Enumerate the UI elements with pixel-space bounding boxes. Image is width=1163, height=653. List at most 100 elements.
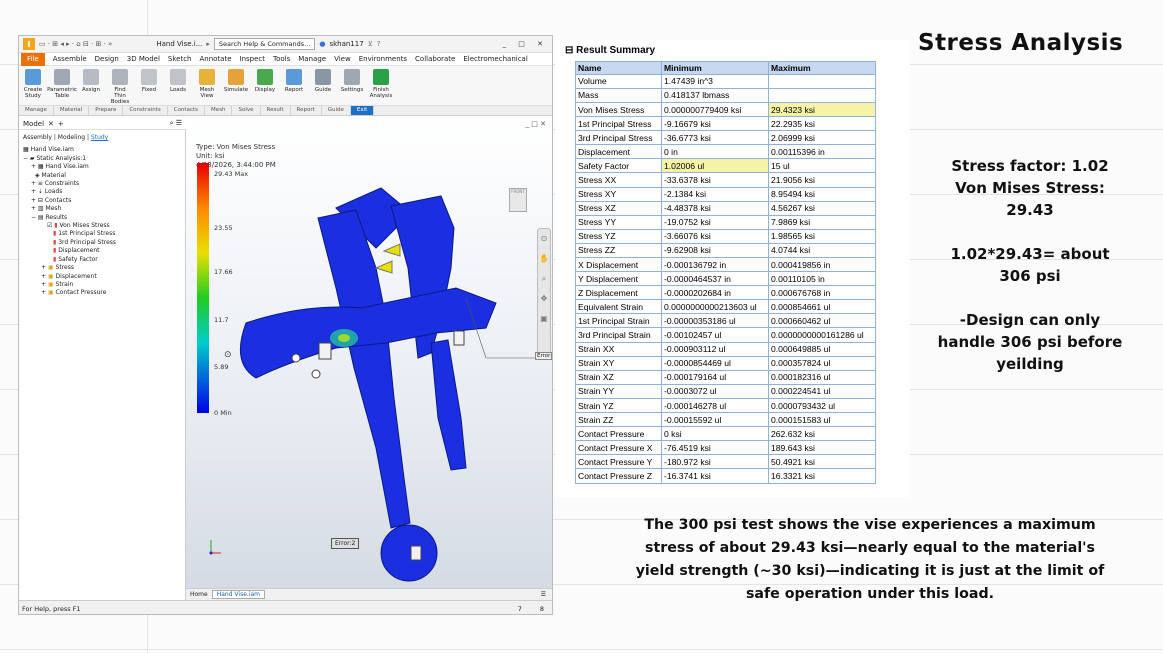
menu-assemble[interactable]: Assemble [53, 55, 87, 63]
window-controls[interactable]: _ □ ✕ [503, 40, 548, 48]
browser-header: Model ✕ + ⌕ ☰ [19, 118, 186, 130]
assign-button[interactable]: Assign [79, 69, 103, 93]
panel-constraints[interactable]: Constraints [123, 106, 168, 115]
menu-tools[interactable]: Tools [273, 55, 290, 63]
report-button[interactable]: Report [282, 69, 306, 93]
menu-sketch[interactable]: Sketch [168, 55, 192, 63]
graphics-viewport[interactable]: _ □ ✕ Type: Von Mises Stress Unit: ksi 4… [186, 118, 552, 588]
panel-manage[interactable]: Manage [19, 106, 54, 115]
add-tab-button[interactable]: + [58, 120, 64, 128]
browser-tab-model[interactable]: Model [23, 120, 44, 128]
pan-icon[interactable]: ⊙ ✋ ⌕ ✥ ▣ [538, 229, 550, 329]
note-line: Von Mises Stress: [955, 179, 1105, 197]
settings-button[interactable]: Settings [340, 69, 364, 93]
menu-manage[interactable]: Manage [298, 55, 326, 63]
cell-maximum: 0.000357824 ul [768, 355, 876, 371]
tree-item[interactable]: ▮ 3rd Principal Stress [19, 239, 185, 247]
cell-minimum: -0.0000464537 in [661, 271, 769, 287]
menu-file[interactable]: File [21, 52, 45, 66]
fixed-button[interactable]: Fixed [137, 69, 161, 93]
mode-study[interactable]: Study [91, 134, 108, 141]
table-row: Contact Pressure Z -16.3741 ksi 16.3321 ks… [575, 468, 876, 484]
menu-view[interactable]: View [334, 55, 351, 63]
cell-minimum: -0.000179164 ul [661, 369, 769, 385]
tree-item[interactable]: ☑ ▮ Von Mises Stress [19, 222, 185, 230]
mesh-view-button[interactable]: Mesh View [195, 69, 219, 99]
panel-prepare[interactable]: Prepare [89, 106, 124, 115]
error-callout[interactable]: Error:2 [331, 538, 360, 549]
result-summary-title[interactable]: ⊟ Result Summary [565, 45, 655, 56]
viewcube-icon[interactable]: FRONT [509, 188, 527, 212]
panel-guide[interactable]: Guide [322, 106, 351, 115]
user-name[interactable]: skhan117 [329, 40, 363, 48]
search-icon[interactable]: ⌕ ☰ [170, 119, 182, 128]
tree-item[interactable]: − ▤ Results [19, 214, 185, 222]
find-thin-bodies-button[interactable]: Find Thin Bodies [108, 69, 132, 105]
table-header-row: Name Minimum Maximum [575, 61, 876, 75]
tree-item[interactable]: ▦ Hand Vise.iam [19, 146, 185, 154]
mode-modeling[interactable]: Modeling [58, 134, 85, 141]
side-error-label[interactable]: Error [535, 352, 552, 360]
hand-vise-model[interactable] [186, 118, 552, 588]
tree-item[interactable]: + ▣ Contact Pressure [19, 289, 185, 297]
menu-inspect[interactable]: Inspect [240, 55, 266, 63]
tree-item[interactable]: ▮ 1st Principal Stress [19, 230, 185, 238]
panel-material[interactable]: Material [54, 106, 90, 115]
loads-button[interactable]: Loads [166, 69, 190, 93]
menu-icon[interactable]: ☰ [541, 591, 546, 598]
tree-item[interactable]: + ▣ Stress [19, 264, 185, 272]
quick-access-toolbar[interactable]: ▭ · ⊞ ◂ ▸ · ⌂ ⊟ · ⊞ · » [39, 40, 112, 48]
menu-electromechanical[interactable]: Electromechanical [463, 55, 527, 63]
inventor-logo-icon[interactable]: I [23, 38, 35, 50]
tree-item[interactable]: + ▣ Strain [19, 281, 185, 289]
hand-vise-tab[interactable]: Hand Vise.iam [211, 590, 265, 599]
panel-contacts[interactable]: Contacts [168, 106, 205, 115]
conclusion-text: The 300 psi test shows the vise experien… [585, 514, 1155, 606]
menu-collaborate[interactable]: Collaborate [415, 55, 455, 63]
cart-icon[interactable]: ⊻ [368, 40, 373, 48]
cell-maximum: 15 ul [768, 158, 876, 174]
cell-maximum: 4.0744 ksi [768, 242, 876, 259]
vise-hinge-ring [380, 524, 438, 582]
menu-3d-model[interactable]: 3D Model [127, 55, 160, 63]
cell-maximum: 0.000224541 ul [768, 383, 876, 399]
display-button[interactable]: Display [253, 69, 277, 93]
guide-button[interactable]: Guide [311, 69, 335, 93]
panel-solve[interactable]: Solve [232, 106, 261, 115]
parametric-table-button[interactable]: Parametric Table [47, 69, 77, 99]
tree-item[interactable]: + ⊟ Contacts [19, 197, 185, 205]
user-icon[interactable]: ● [319, 40, 325, 48]
mode-assembly[interactable]: Assembly [23, 134, 52, 141]
tree-item[interactable]: + ▦ Hand Vise.iam [19, 163, 185, 171]
panel-result[interactable]: Result [261, 106, 291, 115]
tree-item[interactable]: + ▥ Mesh [19, 205, 185, 213]
create-study-button[interactable]: Create Study [21, 69, 45, 99]
menu-annotate[interactable]: Annotate [199, 55, 231, 63]
tree-item[interactable]: − ▰ Static Analysis:1 [19, 155, 185, 163]
panel-exit[interactable]: Exit [350, 106, 375, 115]
navigation-bar[interactable]: ⊙ ✋ ⌕ ✥ ▣ [537, 228, 551, 358]
cell-name: Stress XZ [575, 200, 662, 216]
tree-item[interactable]: + ⇣ Loads [19, 188, 185, 196]
cell-name: Mass [575, 87, 662, 103]
simulate-button[interactable]: Simulate [224, 69, 248, 93]
close-icon[interactable]: ✕ [48, 120, 54, 128]
tree-item[interactable]: + ≡ Constraints [19, 180, 185, 188]
table-row: Stress YY -19.0752 ksi 7.9869 ksi [575, 214, 876, 230]
help-icon[interactable]: ? [377, 40, 381, 48]
panel-mesh[interactable]: Mesh [205, 106, 233, 115]
search-input[interactable]: Search Help & Commands... [213, 38, 316, 50]
panel-report[interactable]: Report [291, 106, 322, 115]
home-tab[interactable]: Home [190, 591, 208, 598]
document-title: Hand Vise.i... [156, 40, 203, 48]
cell-minimum: -0.000136792 in [661, 257, 769, 273]
menu-design[interactable]: Design [95, 55, 119, 63]
tree-item[interactable]: ▮ Safety Factor [19, 256, 185, 264]
status-count: 8 [539, 604, 544, 613]
tree-item[interactable]: ▮ Displacement [19, 247, 185, 255]
tree-item[interactable]: + ▣ Displacement [19, 273, 185, 281]
tree-item[interactable]: ◈ Material [19, 172, 185, 180]
finish-analysis-button[interactable]: Finish Analysis [369, 69, 393, 99]
menu-environments[interactable]: Environments [359, 55, 407, 63]
cell-maximum: 21.9056 ksi [768, 172, 876, 188]
